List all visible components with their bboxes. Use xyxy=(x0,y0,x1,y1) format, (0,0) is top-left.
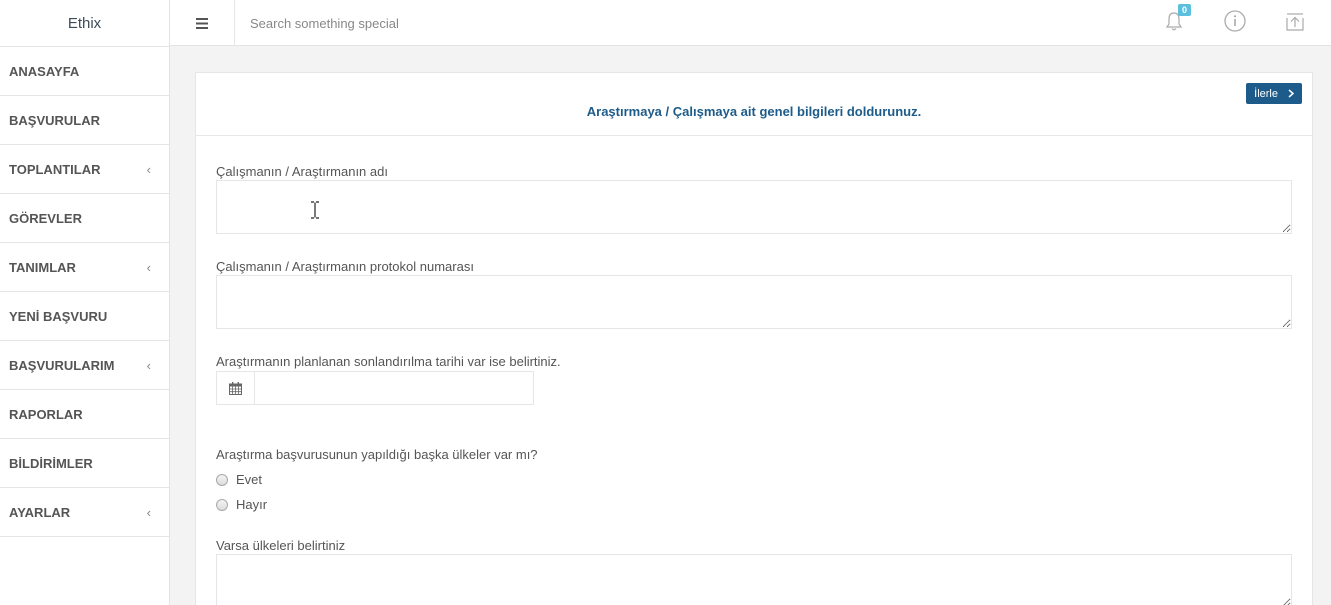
sidebar-item-label: BİLDİRİMLER xyxy=(9,455,93,471)
radio-label: Evet xyxy=(236,472,263,487)
sidebar-item-tanimlar[interactable]: TANIMLAR ‹ xyxy=(0,243,169,292)
sidebar-item-label: BAŞVURULAR xyxy=(9,112,100,128)
chevron-right-icon xyxy=(1288,89,1294,98)
sidebar-item-basvurular[interactable]: BAŞVURULAR xyxy=(0,96,169,145)
sidebar-item-label: RAPORLAR xyxy=(9,406,83,422)
chevron-left-icon: ‹ xyxy=(146,259,151,275)
menu-icon[interactable] xyxy=(170,0,235,46)
sidebar-item-ayarlar[interactable]: AYARLAR ‹ xyxy=(0,488,169,537)
topbar: 0 xyxy=(170,0,1331,46)
bell-icon[interactable]: 0 xyxy=(1161,4,1191,34)
calendar-icon[interactable] xyxy=(217,372,255,404)
info-icon[interactable] xyxy=(1222,8,1248,34)
sidebar-item-bildirimler[interactable]: BİLDİRİMLER xyxy=(0,439,169,488)
chevron-left-icon: ‹ xyxy=(146,161,151,177)
end-date-input[interactable] xyxy=(255,372,533,404)
end-date-label: Araştırmanın planlanan sonlandırılma tar… xyxy=(216,354,561,369)
sidebar-item-raporlar[interactable]: RAPORLAR xyxy=(0,390,169,439)
countries-label: Varsa ülkeleri belirtiniz xyxy=(216,538,346,553)
study-name-label: Çalışmanın / Araştırmanın adı xyxy=(216,164,388,179)
sidebar-item-label: ANASAYFA xyxy=(9,63,80,79)
sidebar-item-yeni-basvuru[interactable]: YENİ BAŞVURU xyxy=(0,292,169,341)
sidebar-nav: ANASAYFA BAŞVURULAR TOPLANTILAR ‹ GÖREVL… xyxy=(0,47,169,537)
sidebar-item-toplantilar[interactable]: TOPLANTILAR ‹ xyxy=(0,145,169,194)
countries-field[interactable] xyxy=(216,554,1292,605)
sidebar-item-label: AYARLAR xyxy=(9,504,71,520)
radio-button[interactable] xyxy=(216,473,228,486)
radio-option-hayir[interactable]: Hayır xyxy=(216,497,267,512)
protocol-number-label: Çalışmanın / Araştırmanın protokol numar… xyxy=(216,259,474,274)
radio-label: Hayır xyxy=(236,497,268,512)
sidebar-item-basvurularim[interactable]: BAŞVURULARIM ‹ xyxy=(0,341,169,390)
radio-button[interactable] xyxy=(216,498,228,511)
next-button-label: İlerle xyxy=(1254,87,1278,100)
upload-icon[interactable] xyxy=(1282,8,1308,34)
card-header: İlerle Araştırmaya / Çalışmaya ait genel… xyxy=(196,73,1312,136)
protocol-number-field[interactable] xyxy=(216,275,1292,329)
study-name-field[interactable] xyxy=(216,180,1292,234)
sidebar-item-gorevler[interactable]: GÖREVLER xyxy=(0,194,169,243)
brand-logo[interactable]: Ethix xyxy=(0,0,169,47)
other-countries-question: Araştırma başvurusunun yapıldığı başka ü… xyxy=(216,447,538,462)
sidebar-item-label: YENİ BAŞVURU xyxy=(9,308,108,324)
end-date-group xyxy=(216,371,534,405)
sidebar-item-anasayfa[interactable]: ANASAYFA xyxy=(0,47,169,96)
chevron-left-icon: ‹ xyxy=(146,504,151,520)
notification-badge: 0 xyxy=(1177,4,1191,16)
sidebar-item-label: TOPLANTILAR xyxy=(9,161,101,177)
text-cursor-icon xyxy=(311,201,319,219)
search-input[interactable] xyxy=(236,0,936,46)
application-form-card: İlerle Araştırmaya / Çalışmaya ait genel… xyxy=(195,72,1313,605)
sidebar-item-label: BAŞVURULARIM xyxy=(9,357,115,373)
sidebar-item-label: TANIMLAR xyxy=(9,259,76,275)
chevron-left-icon: ‹ xyxy=(146,357,151,373)
sidebar-item-label: GÖREVLER xyxy=(9,210,82,226)
form-title: Araştırmaya / Çalışmaya ait genel bilgil… xyxy=(586,104,922,119)
radio-option-evet[interactable]: Evet xyxy=(216,472,262,487)
sidebar: Ethix ANASAYFA BAŞVURULAR TOPLANTILAR ‹ … xyxy=(0,0,170,605)
next-button[interactable]: İlerle xyxy=(1246,83,1302,104)
